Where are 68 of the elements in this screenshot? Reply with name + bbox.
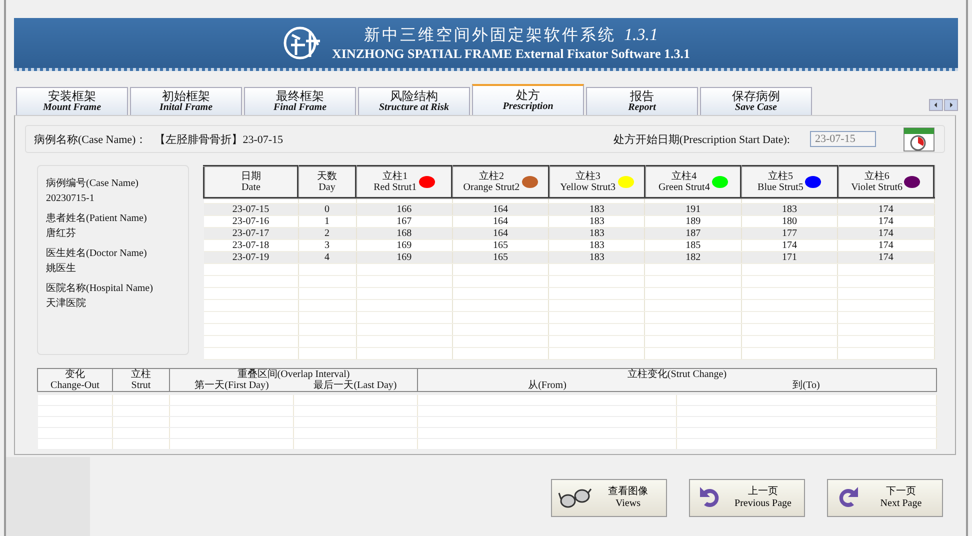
table-cell: 164: [452, 228, 549, 240]
table-cell: 182: [644, 252, 742, 264]
tab[interactable]: 风险结构 Structure at Risk: [358, 87, 470, 115]
column-header: 重叠区间(Overlap Interval): [170, 368, 418, 380]
field-value: 姚医生: [46, 263, 77, 275]
table-cell: 177: [741, 228, 838, 240]
next-page-button[interactable]: 下一页 Next Page: [827, 479, 943, 517]
column-header: 第一天(First Day): [170, 380, 294, 392]
calendar-clock-icon[interactable]: [902, 126, 936, 152]
views-button[interactable]: 查看图像 Views: [551, 479, 667, 517]
tab[interactable]: 最终框架 Final Frame: [244, 87, 356, 115]
column-header: 日期 Date: [204, 166, 298, 198]
column-header: 立柱4 Green Strut4: [644, 166, 742, 198]
table-cell: 191: [644, 204, 742, 216]
app-subtitle: XINZHONG SPATIAL FRAME External Fixator Software 1.3.1: [332, 46, 690, 62]
case-name-value: 【左胫腓骨骨折】23-07-15: [154, 132, 284, 146]
field-value: 20230715-1: [46, 193, 96, 205]
field-label: 医生姓名(Doctor Name): [46, 248, 148, 260]
table-cell: 183: [548, 228, 645, 240]
table-cell: 174: [838, 252, 934, 264]
field-label: 患者姓名(Patient Name): [46, 213, 148, 225]
column-header: 立柱1 Red Strut1: [356, 166, 452, 198]
tab[interactable]: 处方 Prescription: [472, 84, 584, 115]
start-date-label: 处方开始日期(Prescription Start Date):: [613, 132, 790, 146]
table-cell: 168: [356, 228, 452, 240]
previous-page-button[interactable]: 上一页 Previous Page: [689, 479, 805, 517]
scroll-right-icon[interactable]: [944, 99, 958, 111]
scroll-left-icon[interactable]: [929, 99, 943, 111]
table-cell: 23-07-15: [204, 204, 298, 216]
column-header: 立柱2 Orange Strut2: [452, 166, 549, 198]
table-cell: 174: [838, 228, 934, 240]
column-header: 立柱3 Yellow Strut3: [548, 166, 645, 198]
table-cell: 2: [298, 228, 356, 240]
table-cell: 183: [548, 252, 645, 264]
tab[interactable]: 初始框架 Inital Frame: [130, 87, 242, 115]
column-header: 到(To): [676, 380, 936, 392]
column-header: 最后一天(Last Day): [294, 380, 418, 392]
case-name-label: 病例名称(Case Name)：: [34, 132, 147, 146]
column-header: 立柱变化(Strut Change): [418, 368, 936, 380]
column-header: 变化 Change-Out: [38, 368, 112, 392]
table-cell: 164: [452, 204, 549, 216]
table-cell: 4: [298, 252, 356, 264]
table-cell: 169: [356, 252, 452, 264]
tab[interactable]: 报告 Report: [586, 87, 698, 115]
field-label: 病例编号(Case Name): [46, 178, 140, 190]
table-cell: 174: [838, 204, 934, 216]
table-cell: 165: [452, 252, 549, 264]
table-cell: 187: [644, 228, 742, 240]
table-cell: 166: [356, 204, 452, 216]
column-header: 天数 Day: [298, 166, 356, 198]
version-label: 1.3.1: [624, 24, 658, 44]
field-value: 天津医院: [46, 298, 87, 310]
field-label: 医院名称(Hospital Name): [46, 283, 154, 295]
tab[interactable]: 保存病例 Save Case: [700, 87, 812, 115]
column-header: 从(From): [418, 380, 676, 392]
column-header: 立柱6 Violet Strut6: [838, 166, 934, 198]
start-date-field[interactable]: 23-07-15: [810, 131, 876, 147]
column-header: 立柱5 Blue Strut5: [741, 166, 838, 198]
app-title: 新中三维空间外固定架软件系统: [364, 26, 616, 46]
tab[interactable]: 安装框架 Mount Frame: [16, 87, 128, 115]
table-cell: 183: [548, 204, 645, 216]
table-cell: 183: [741, 204, 838, 216]
field-value: 唐红芬: [46, 228, 77, 240]
table-cell: 23-07-17: [204, 228, 298, 240]
table-cell: 171: [741, 252, 838, 264]
table-cell: 23-07-19: [204, 252, 298, 264]
table-cell: 0: [298, 204, 356, 216]
column-header: 立柱 Strut: [112, 368, 170, 392]
